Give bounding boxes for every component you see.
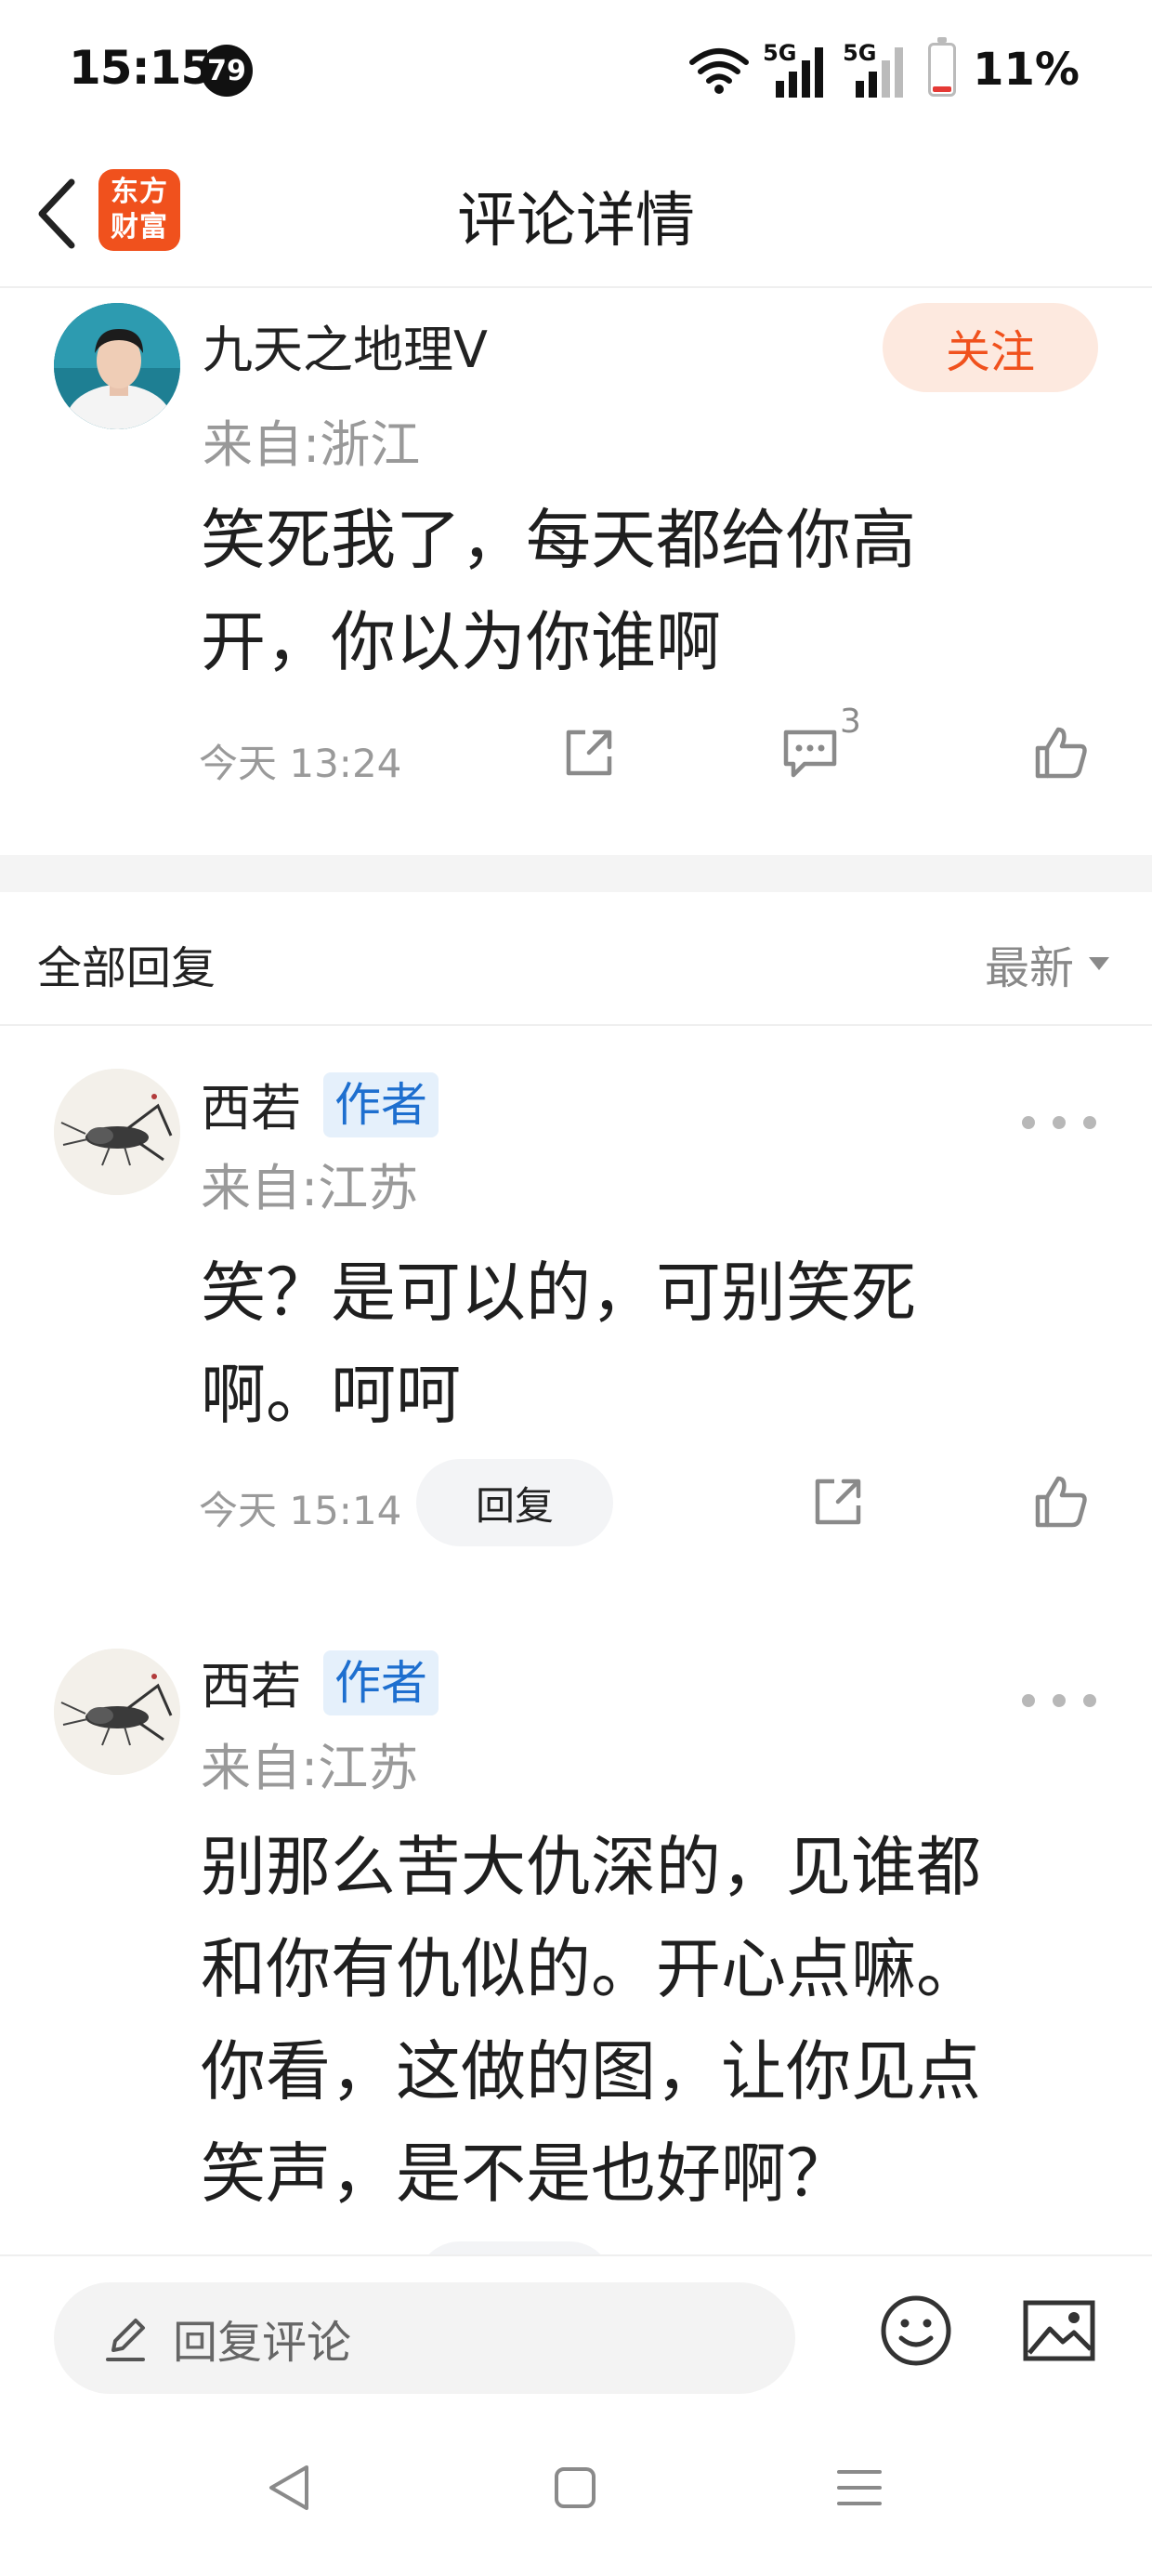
smiley-icon [881, 2295, 951, 2366]
square-home-icon [555, 2467, 596, 2508]
battery-percent: 11% [973, 44, 1080, 96]
sort-label: 最新 [984, 942, 1074, 994]
reply-text-line: 你看，这做的图，让你见点 [201, 2033, 981, 2109]
status-icons: 5G 5G 11% [688, 37, 1080, 102]
reply-text: 别那么苦大仇深的，见谁都 和你有仇似的。开心点嘛。 你看，这做的图，让你见点 笑… [201, 1816, 1111, 2225]
battery-fill [933, 86, 952, 92]
more-dot-icon [1022, 1694, 1035, 1707]
replies-title: 全部回复 [37, 942, 216, 994]
reply-username[interactable]: 西若 [201, 1645, 301, 1718]
page-title: 评论详情 [457, 187, 695, 256]
caret-down-icon [1089, 957, 1109, 970]
section-divider [0, 855, 1152, 892]
wifi-icon [689, 48, 750, 94]
comment-timestamp: 今天 13:24 [199, 741, 402, 786]
more-dot-icon [1053, 1694, 1066, 1707]
reply-text-line: 笑？是可以的，可别笑死 [201, 1255, 916, 1331]
comment-text: 笑死我了，每天都给你高 开，你以为你谁啊 [201, 489, 1093, 693]
system-back-button[interactable] [256, 2455, 321, 2520]
more-options-button[interactable] [1022, 1682, 1096, 1719]
reply-button[interactable] [416, 2241, 613, 2254]
battery-icon [928, 37, 957, 97]
reply-location: 来自:江苏 [201, 1159, 419, 1217]
like-button[interactable] [1026, 717, 1096, 788]
system-navigation-bar [0, 2403, 1152, 2576]
like-button[interactable] [1026, 1466, 1096, 1537]
more-dot-icon [1022, 1116, 1035, 1129]
emoji-button[interactable] [879, 2293, 953, 2368]
nav-bar: 东方 财富 评论详情 [0, 139, 1152, 288]
system-menu-button[interactable] [827, 2455, 892, 2520]
signal-bars-icon [856, 47, 904, 98]
author-badge: 作者 [323, 1072, 439, 1137]
reply-item: 西若 作者 来自:江苏 别那么苦大仇深的，见谁都 和你有仇似的。开心点嘛。 你看… [0, 1602, 1152, 2254]
replies-header: 全部回复 最新 [0, 892, 1152, 1026]
cricket-painting-avatar [54, 1649, 180, 1775]
image-button[interactable] [1022, 2297, 1096, 2364]
share-icon [566, 729, 612, 776]
sort-dropdown[interactable]: 最新 [985, 931, 1111, 996]
reply-text-line: 笑声，是不是也好啊？ [201, 2136, 851, 2212]
share-button[interactable] [554, 717, 624, 788]
share-icon [815, 1479, 861, 1525]
more-options-button[interactable] [1022, 1104, 1096, 1141]
author-badge: 作者 [323, 1650, 439, 1715]
more-dot-icon [1053, 1116, 1066, 1129]
cricket-painting-avatar [54, 1069, 180, 1195]
comment-bubble-icon [783, 729, 837, 778]
comment-location: 来自:浙江 [203, 415, 421, 474]
more-dot-icon [1083, 1116, 1096, 1129]
main-comment: 九天之地理V 来自:浙江 关注 笑死我了，每天都给你高 开，你以为你谁啊 今天 … [0, 290, 1152, 855]
avatar[interactable] [54, 303, 180, 429]
avatar[interactable] [54, 1069, 180, 1195]
reply-text-line: 别那么苦大仇深的，见谁都 [201, 1829, 981, 1905]
system-home-button[interactable] [543, 2455, 608, 2520]
thumbs-up-icon [1035, 1476, 1087, 1528]
reply-location: 来自:江苏 [201, 1739, 419, 1797]
thumbs-up-icon [1035, 727, 1087, 779]
share-button[interactable] [803, 1466, 873, 1537]
comment-input-bar: 回复评论 [0, 2254, 1152, 2403]
reply-text-line: 和你有仇似的。开心点嘛。 [201, 1931, 981, 2007]
comment-text-line: 开，你以为你谁啊 [201, 604, 721, 680]
more-dot-icon [1083, 1694, 1096, 1707]
image-icon [1023, 2300, 1095, 2361]
reply-text-line: 啊。呵呵 [201, 1357, 461, 1433]
comment-count-button[interactable]: 3 [780, 703, 873, 788]
reply-text: 笑？是可以的，可别笑死 啊。呵呵 [201, 1242, 1093, 1446]
avatar[interactable] [54, 1649, 180, 1775]
reply-comment-input[interactable]: 回复评论 [54, 2282, 795, 2394]
status-bar: 15:15 79 5G 5G 11% [0, 0, 1152, 139]
reply-input-placeholder: 回复评论 [173, 2317, 352, 2369]
reply-username[interactable]: 西若 [201, 1067, 301, 1140]
user-avatar-image [54, 303, 180, 429]
status-time: 15:15 [69, 41, 213, 95]
comment-username[interactable]: 九天之地理V [203, 309, 488, 382]
reply-item: 西若 作者 来自:江苏 笑？是可以的，可别笑死 啊。呵呵 今天 15:14 回复 [0, 1026, 1152, 1602]
comment-text-line: 笑死我了，每天都给你高 [201, 502, 916, 578]
triangle-back-icon [269, 2465, 308, 2510]
notification-badge: 79 [201, 45, 253, 97]
signal-2: 5G [843, 40, 910, 99]
reply-timestamp: 今天 15:14 [199, 1488, 402, 1533]
pencil-icon [106, 2319, 145, 2361]
comment-count: 3 [840, 703, 861, 741]
signal-1: 5G [763, 40, 830, 99]
signal-bars-icon [776, 47, 824, 98]
reply-button[interactable]: 回复 [416, 1459, 613, 1546]
menu-lines-icon [837, 2470, 882, 2505]
follow-button[interactable]: 关注 [883, 303, 1098, 392]
